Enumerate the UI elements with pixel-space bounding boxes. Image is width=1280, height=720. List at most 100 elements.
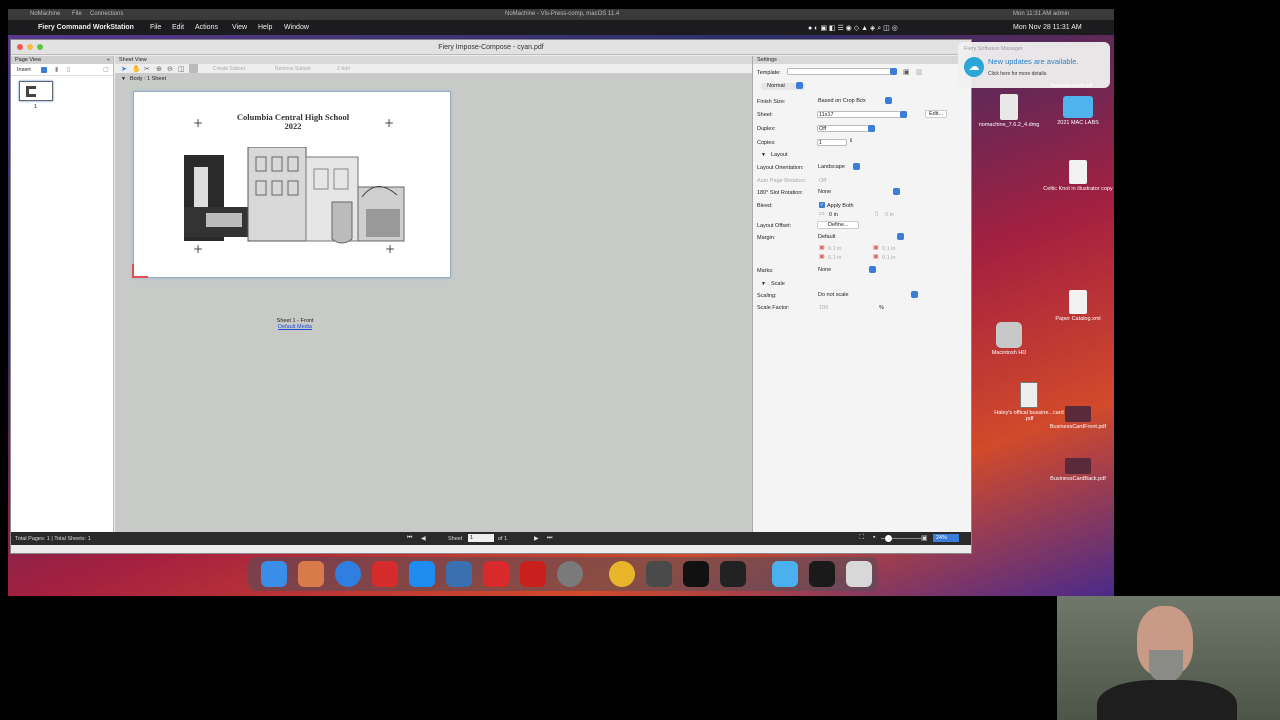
nomachine-menu-file[interactable]: File (72, 11, 82, 17)
page-icon[interactable]: ▢ (103, 66, 109, 73)
margin-bottom-icon: ▣ (873, 245, 879, 251)
copies-field[interactable]: 1 (817, 139, 847, 146)
body-expand-icon[interactable]: ▼ (121, 76, 126, 82)
create-subset-button[interactable]: Create Subset (213, 66, 245, 72)
sheet-select[interactable]: 11x17 (817, 111, 907, 118)
remove-subset-button[interactable]: Remove Subset (275, 66, 311, 72)
zoom-slider-thumb[interactable] (885, 535, 892, 542)
hand-tool-icon[interactable]: ✋ (132, 65, 141, 73)
scaling-select[interactable]: Do not scale (817, 291, 918, 299)
menu-actions[interactable]: Actions (195, 24, 218, 31)
define-button[interactable]: Define... (817, 221, 860, 229)
collapse-icon[interactable]: « (107, 56, 110, 64)
activity-monitor-icon[interactable] (720, 561, 746, 587)
slot-rotation-select[interactable]: None (817, 188, 900, 196)
disk-image-icon (1000, 94, 1018, 120)
zoom-button[interactable] (37, 44, 43, 50)
view-toggle-icon[interactable] (189, 64, 198, 73)
menu-help[interactable]: Help (258, 24, 272, 31)
launchpad-icon[interactable] (298, 561, 324, 587)
acrobat-icon[interactable] (520, 561, 546, 587)
page-thumbnail[interactable] (19, 81, 53, 101)
finish-size-select[interactable]: Based on Crop Box (817, 97, 892, 105)
apply-both-checkbox[interactable]: ✓ (819, 202, 825, 208)
insert-button[interactable]: Insert (17, 67, 31, 73)
nomachine-menu-connections[interactable]: Connections (90, 11, 123, 17)
fit-screen-icon[interactable]: ⛶ (859, 534, 864, 542)
menu-file[interactable]: File (150, 24, 161, 31)
marks-select[interactable]: None (817, 266, 876, 274)
orientation-select[interactable]: Landscape (817, 163, 860, 171)
fit-icon[interactable]: ◫ (178, 65, 185, 73)
zoom-in-status-icon[interactable]: ▣ (921, 534, 928, 542)
bookmark-icon[interactable]: ▮ (55, 66, 58, 73)
margin-left[interactable]: 0.1 in (828, 255, 841, 261)
bleed-value[interactable]: 0 in (829, 212, 838, 218)
margin-select[interactable]: Default (817, 233, 904, 241)
desktop-icon-dmg[interactable]: nomachine_7.6.2_4.dmg (974, 94, 1044, 128)
fiery-command-icon[interactable] (483, 561, 509, 587)
app-menu[interactable]: Fiery Command WorkStation (38, 24, 134, 31)
meeting-app-icon[interactable] (372, 561, 398, 587)
window-stack-icon[interactable] (809, 561, 835, 587)
insert-dropdown-icon[interactable] (41, 67, 47, 73)
menu-view[interactable]: View (232, 24, 247, 31)
layout-expand-icon[interactable]: ▼ (761, 152, 766, 158)
margin-right[interactable]: 0.1 in (882, 255, 895, 261)
desktop-icon-folder-mac-labs[interactable]: 2021 MAC LABS (1043, 96, 1113, 126)
status-icons[interactable]: ● ◐ ▣ ◧ ☰ ◉ ◇ ▲ ◈ ⌕ ◫ ◎ (808, 24, 898, 33)
system-preferences-icon[interactable] (557, 561, 583, 587)
trash-icon[interactable] (846, 561, 872, 587)
zoom-in-icon[interactable]: ⊕ (156, 65, 162, 73)
safari-icon[interactable] (335, 561, 361, 587)
trim-tool-icon[interactable]: ✂ (144, 65, 150, 73)
fiery-impose-icon[interactable] (446, 561, 472, 587)
desktop-icon-card-back[interactable]: BusinessCardBack.pdf (1043, 458, 1113, 482)
terminal-icon[interactable] (683, 561, 709, 587)
desktop-icon-macintosh-hd[interactable]: Macintosh HD (974, 322, 1044, 356)
mode-select[interactable]: Normal (761, 82, 805, 90)
delete-template-icon[interactable]: ▥ (916, 68, 923, 76)
next-sheet-icon[interactable]: ▶ (534, 535, 539, 542)
bleed-value-2[interactable]: 0 in (885, 212, 894, 218)
finder-icon[interactable] (261, 561, 287, 587)
duplex-select[interactable]: Off (817, 125, 875, 132)
media-link[interactable]: Default Media (251, 324, 339, 330)
zoom-out-status-icon[interactable]: ▪ (873, 534, 875, 541)
margin-top[interactable]: 0.1 in (828, 246, 841, 252)
template-select[interactable] (787, 68, 897, 75)
copies-stepper[interactable]: ⇕ (849, 138, 853, 144)
close-button[interactable] (17, 44, 23, 50)
sheet-number-field[interactable]: 1 (468, 534, 494, 542)
margin-bottom[interactable]: 0.1 in (882, 246, 895, 252)
chevron-down-icon (900, 111, 907, 118)
auto-rotation-value[interactable]: Off (819, 178, 826, 184)
minimize-button[interactable] (27, 44, 33, 50)
scale-factor-field[interactable]: 100 (819, 305, 828, 311)
last-sheet-icon[interactable]: ⏭ (547, 535, 552, 542)
pdf-icon (1020, 382, 1038, 408)
sheet-preview[interactable]: Columbia Central High School 2022 + + + … (132, 91, 451, 278)
edit-sheet-button[interactable]: Edit... (925, 110, 948, 118)
save-template-icon[interactable]: ▣ (903, 68, 910, 76)
zoom-out-icon[interactable]: ⊖ (167, 65, 173, 73)
menubar-clock[interactable]: Mon Nov 28 11:31 AM (1013, 24, 1082, 31)
downloads-folder-icon[interactable] (772, 561, 798, 587)
z-fold-button[interactable]: Z-fold (337, 66, 350, 72)
scale-expand-icon[interactable]: ▼ (761, 281, 766, 287)
migration-icon[interactable] (646, 561, 672, 587)
first-sheet-icon[interactable]: ⏮ (407, 535, 412, 542)
chrome-icon[interactable] (609, 561, 635, 587)
zoom-field[interactable]: 24% (933, 534, 959, 542)
menu-edit[interactable]: Edit (172, 24, 184, 31)
update-notification[interactable]: Fiery Software Manager ☁ New updates are… (958, 42, 1110, 88)
previous-sheet-icon[interactable]: ◀ (421, 535, 426, 542)
trash-icon[interactable]: ▯ (67, 66, 70, 73)
desktop-icon-celtic-knot[interactable]: Celtic Knot in illustrator copy (1043, 160, 1113, 192)
menu-window[interactable]: Window (284, 24, 309, 31)
nomachine-app-name[interactable]: NoMachine (30, 11, 60, 17)
desktop-icon-paper-catalog[interactable]: Paper Catalog.xml (1043, 290, 1113, 322)
desktop-icon-card-front[interactable]: BusinessCardFront.pdf (1043, 406, 1113, 430)
pointer-tool-icon[interactable]: ➤ (121, 65, 127, 73)
app-store-icon[interactable] (409, 561, 435, 587)
